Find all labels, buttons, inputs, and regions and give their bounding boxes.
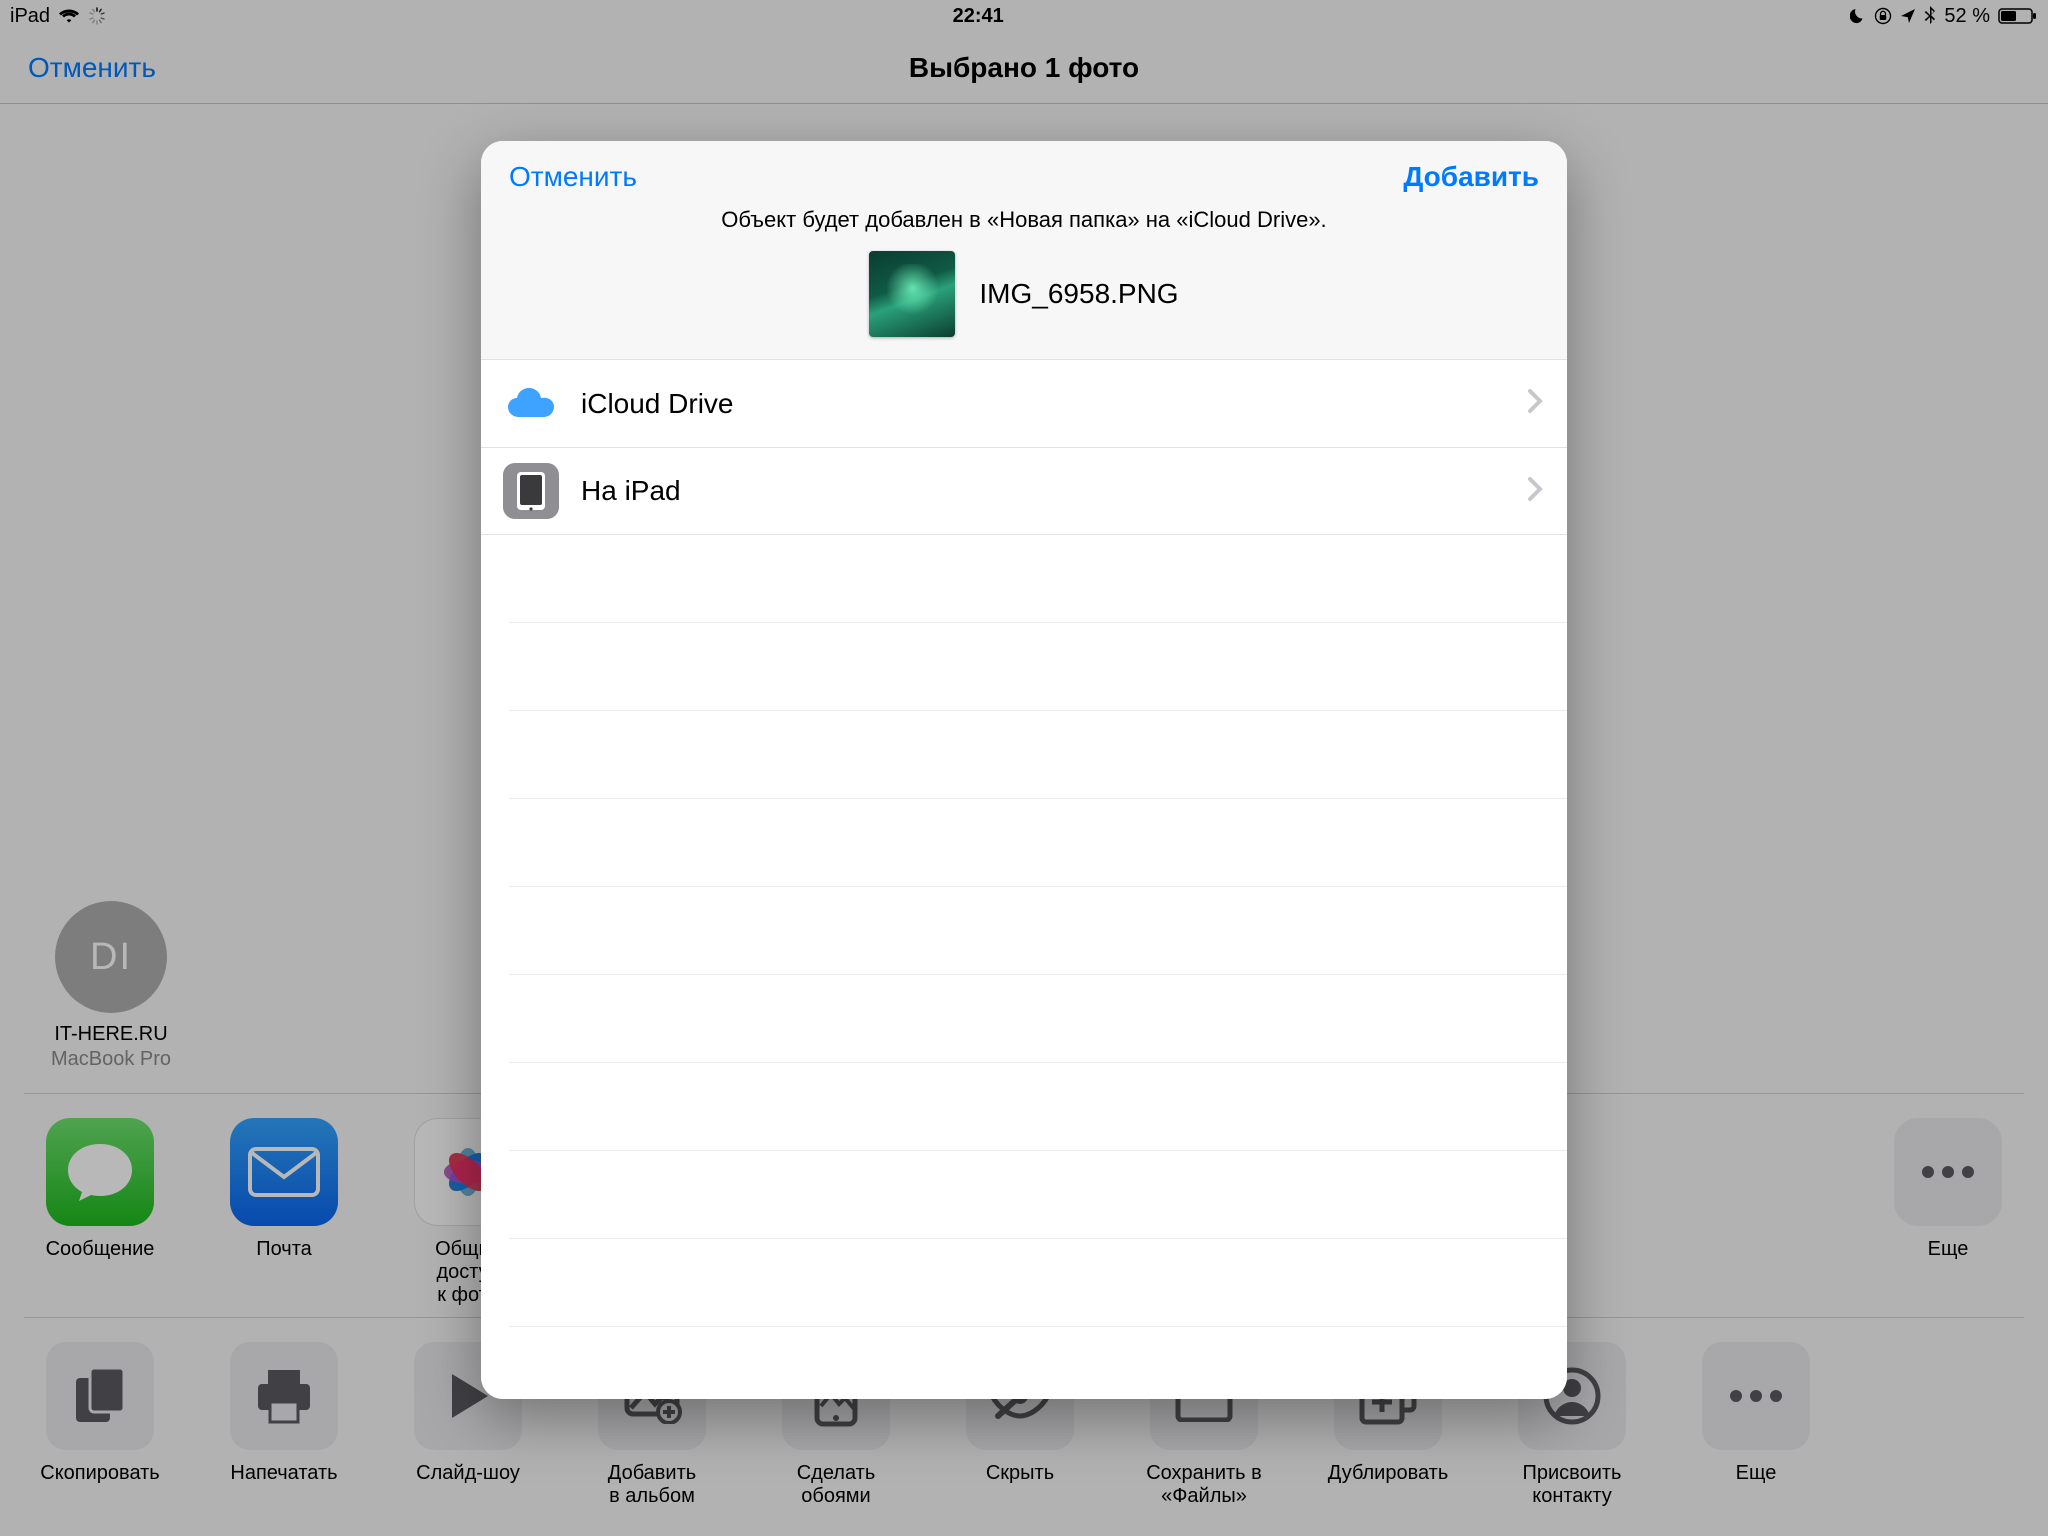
modal-file-row: IMG_6958.PNG <box>481 247 1567 359</box>
save-to-files-modal: Отменить Добавить Объект будет добавлен … <box>481 141 1567 1399</box>
icloud-icon <box>503 376 559 432</box>
more-icon <box>1894 1118 2002 1226</box>
modal-header: Отменить Добавить Объект будет добавлен … <box>481 141 1567 359</box>
rotation-lock-icon <box>1874 7 1892 25</box>
location-label: На iPad <box>581 475 1527 507</box>
ipad-icon <box>503 463 559 519</box>
more-icon <box>1702 1342 1810 1450</box>
print-icon <box>230 1342 338 1450</box>
device-label: iPad <box>10 5 50 28</box>
location-icloud-drive[interactable]: iCloud Drive <box>481 359 1567 447</box>
copy-icon <box>46 1342 154 1450</box>
action-print[interactable]: Напечатать <box>220 1342 348 1508</box>
share-app-mail[interactable]: Почта <box>220 1118 348 1307</box>
share-app-label: Почта <box>220 1238 348 1261</box>
mail-icon <box>230 1118 338 1226</box>
share-app-messages[interactable]: Сообщение <box>36 1118 164 1307</box>
nav-bar: Отменить Выбрано 1 фото <box>0 32 2048 104</box>
status-time: 22:41 <box>953 5 1004 28</box>
status-right: 52 % <box>1850 5 2038 28</box>
messages-icon <box>46 1118 154 1226</box>
action-label: Скопировать <box>36 1462 164 1485</box>
location-list: iCloud Drive На iPad <box>481 359 1567 535</box>
airdrop-recipient[interactable]: DI IT-HERE.RU MacBook Pro <box>36 901 186 1071</box>
status-bar: iPad 22:41 52 % <box>0 0 2048 32</box>
location-icon <box>1900 8 1916 24</box>
action-label: Присвоить контакту <box>1508 1462 1636 1508</box>
share-app-label: Еще <box>1884 1238 2012 1261</box>
location-label: iCloud Drive <box>581 388 1527 420</box>
airdrop-subtitle: MacBook Pro <box>36 1048 186 1071</box>
chevron-right-icon <box>1527 476 1543 507</box>
modal-empty-area <box>481 535 1567 1399</box>
action-label: Слайд-шоу <box>404 1462 532 1485</box>
share-app-label: Сообщение <box>36 1238 164 1261</box>
battery-icon <box>1998 7 2038 25</box>
cancel-button[interactable]: Отменить <box>28 52 156 84</box>
modal-cancel-button[interactable]: Отменить <box>509 161 637 193</box>
action-label: Добавить в альбом <box>588 1462 716 1508</box>
modal-add-button[interactable]: Добавить <box>1403 161 1539 193</box>
loading-spinner-icon <box>88 7 106 25</box>
action-label: Дублировать <box>1324 1462 1452 1485</box>
action-label: Еще <box>1692 1462 1820 1485</box>
battery-percent: 52 % <box>1944 5 1990 28</box>
action-label: Напечатать <box>220 1462 348 1485</box>
bluetooth-icon <box>1924 6 1936 26</box>
modal-description: Объект будет добавлен в «Новая папка» на… <box>481 203 1567 247</box>
wifi-icon <box>58 8 80 24</box>
file-name: IMG_6958.PNG <box>979 278 1178 310</box>
action-label: Скрыть <box>956 1462 1084 1485</box>
page-title: Выбрано 1 фото <box>909 52 1139 84</box>
airdrop-name: IT-HERE.RU <box>36 1023 186 1046</box>
location-on-ipad[interactable]: На iPad <box>481 447 1567 535</box>
share-app-more[interactable]: Еще <box>1884 1118 2012 1307</box>
action-label: Сделать обоями <box>772 1462 900 1508</box>
moon-icon <box>1850 8 1866 24</box>
avatar: DI <box>55 901 167 1013</box>
action-label: Сохранить в «Файлы» <box>1140 1462 1268 1508</box>
action-more[interactable]: Еще <box>1692 1342 1820 1508</box>
action-copy[interactable]: Скопировать <box>36 1342 164 1508</box>
status-left: iPad <box>10 5 106 28</box>
chevron-right-icon <box>1527 388 1543 419</box>
file-thumbnail <box>869 251 955 337</box>
